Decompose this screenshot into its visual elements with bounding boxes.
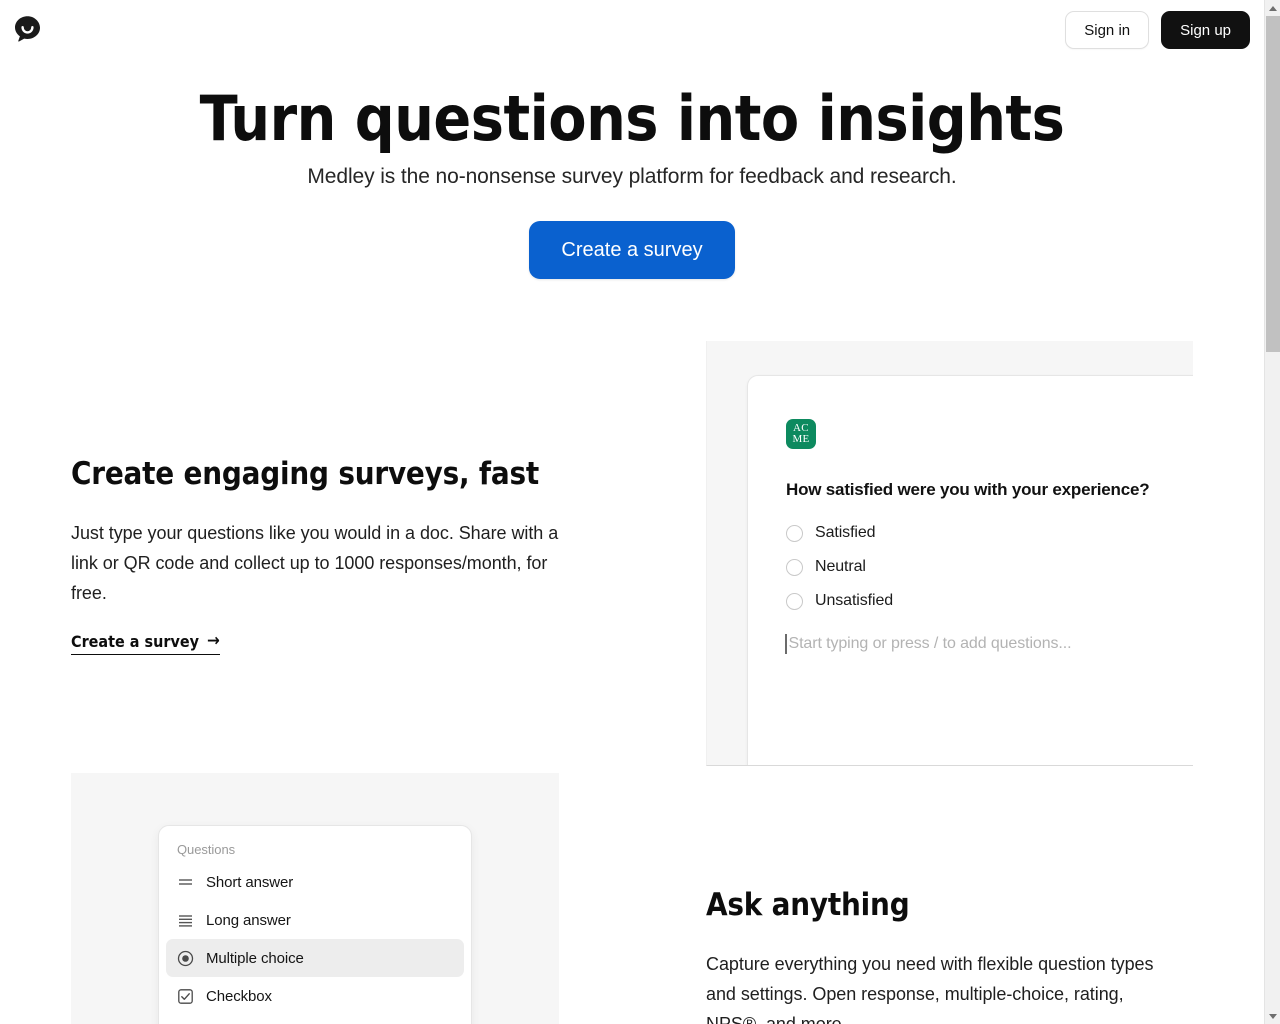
text-caret [785,634,787,654]
workspace-logo-line-2: ME [792,433,810,445]
preview-option-row[interactable]: Unsatisfied [786,584,893,618]
paragraph-lines-icon [177,912,194,929]
create-a-survey-link-label: Create a survey [71,632,199,651]
preview-option-row[interactable]: Neutral [786,550,893,584]
question-type-dropdown: Questions Short answer Long answer Multi… [158,825,472,1024]
menu-item-label: Checkbox [206,987,272,1005]
feature-block-create-surveys: Create engaging surveys, fast Just type … [71,456,561,655]
menu-item-multiple-choice[interactable]: Multiple choice [166,939,464,977]
question-type-menu-panel: Questions Short answer Long answer Multi… [71,773,559,1024]
create-a-survey-button[interactable]: Create a survey [529,221,735,280]
menu-item-long-answer[interactable]: Long answer [166,901,464,939]
radio-unchecked-icon[interactable] [786,592,803,610]
menu-item-label: Long answer [206,911,291,929]
preview-option-label: Satisfied [815,524,876,541]
scroll-down-button[interactable] [1265,1008,1280,1024]
hero-cta-wrapper: Create a survey [0,221,1264,280]
sign-in-button[interactable]: Sign in [1065,11,1150,49]
sign-up-button[interactable]: Sign up [1161,11,1250,49]
menu-item-short-answer[interactable]: Short answer [166,863,464,901]
question-type-group-label: Questions [177,842,236,857]
preview-option-label: Unsatisfied [815,592,894,609]
arrow-right-icon: → [206,631,220,651]
preview-question-title: How satisfied were you with your experie… [786,480,1150,499]
radio-unchecked-icon[interactable] [786,524,803,542]
menu-item-checkbox[interactable]: Checkbox [166,977,464,1015]
chevron-up-icon [1268,5,1277,11]
hero-title: Turn questions into insights [199,82,1065,155]
vertical-scrollbar[interactable] [1264,0,1280,1024]
chevron-down-icon [1268,1013,1277,1019]
preview-option-label: Neutral [815,558,866,575]
top-navigation-bar: Sign in Sign up [0,0,1264,60]
feature-block-ask-anything: Ask anything Capture everything you need… [706,887,1161,1024]
hero-subtitle: Medley is the no-nonsense survey platfor… [307,165,957,189]
preview-option-row[interactable]: Satisfied [786,516,893,550]
survey-editor-card: AC ME How satisfied were you with your e… [747,375,1193,765]
create-a-survey-link[interactable]: Create a survey → [71,632,220,655]
feature-title: Create engaging surveys, fast [71,456,540,492]
menu-item-label: Short answer [206,873,294,891]
editor-new-question-input[interactable]: Start typing or press / to add questions… [785,634,1072,654]
radio-unchecked-icon[interactable] [786,558,803,576]
checkbox-checked-icon [177,988,194,1005]
menu-item-label: Multiple choice [206,949,304,967]
hero-section: Turn questions into insights Medley is t… [0,82,1264,280]
page-root: Sign in Sign up Turn questions into insi… [0,0,1280,1024]
preview-option-list: Satisfied Neutral Unsatisfied [786,516,893,618]
brand-logo-speech-bubble-icon[interactable] [12,14,43,45]
feature-title: Ask anything [706,887,910,923]
scroll-up-button[interactable] [1265,0,1280,16]
survey-editor-preview-panel: AC ME How satisfied were you with your e… [706,341,1193,766]
nav-auth-actions: Sign in Sign up [1065,11,1250,49]
feature-body: Just type your questions like you would … [71,523,559,603]
two-lines-icon [177,874,194,891]
editor-placeholder-text: Start typing or press / to add questions… [788,635,1072,652]
workspace-logo-acme: AC ME [786,419,816,449]
feature-body: Capture everything you need with flexibl… [706,954,1154,1024]
radio-filled-icon [177,950,194,967]
scrollbar-thumb[interactable] [1266,16,1280,352]
